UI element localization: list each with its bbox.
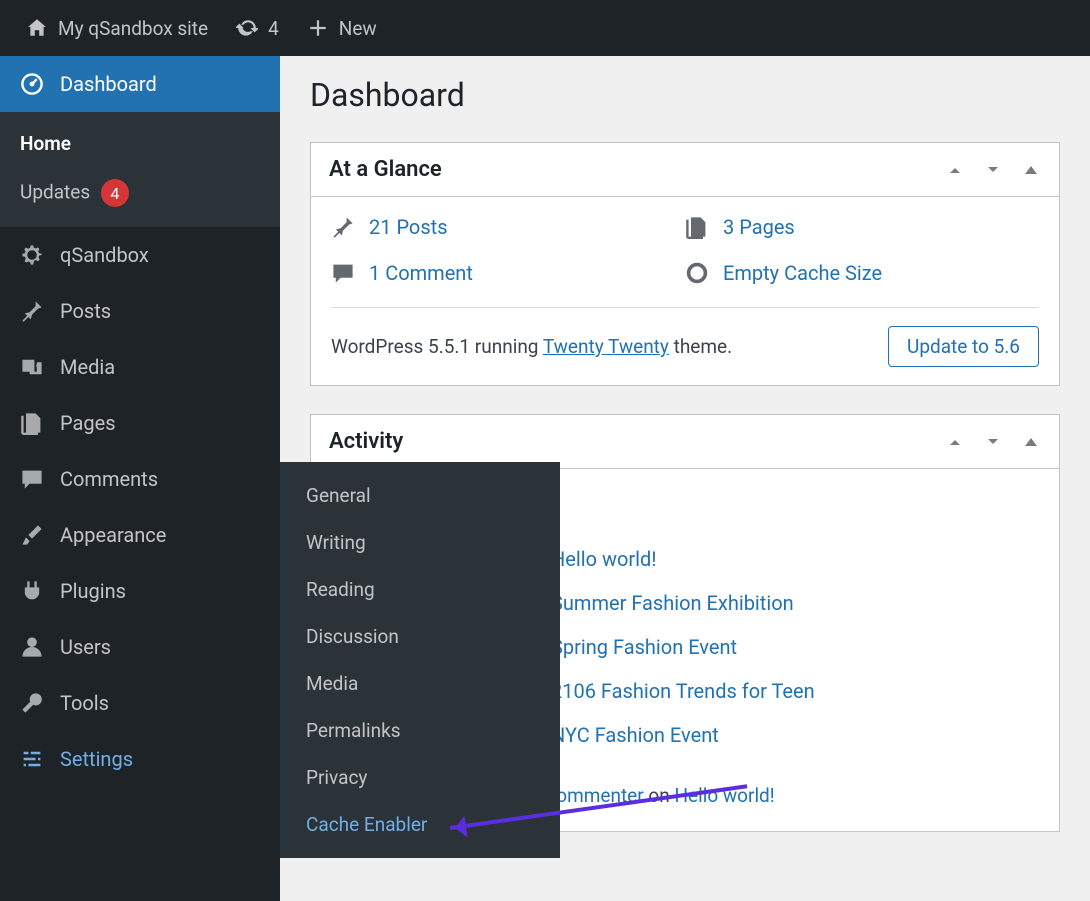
gear-icon [20, 243, 46, 267]
wrench-icon [20, 691, 46, 715]
glance-cache: Empty Cache Size [685, 261, 1039, 285]
activity-title: Activity [329, 429, 403, 454]
settings-reading[interactable]: Reading [280, 566, 560, 613]
menu-tools[interactable]: Tools [0, 675, 280, 731]
glance-pages: 3 Pages [685, 215, 1039, 239]
pages-icon [685, 215, 709, 239]
annotation-arrow [450, 826, 750, 830]
update-button[interactable]: Update to 5.6 [888, 326, 1039, 367]
glance-footer: WordPress 5.5.1 running Twenty Twenty th… [331, 307, 1039, 367]
plus-icon [307, 17, 329, 39]
menu-media-label: Media [60, 355, 115, 379]
glance-version-text: WordPress 5.5.1 running Twenty Twenty th… [331, 335, 732, 358]
chevron-up-icon[interactable] [945, 160, 965, 180]
activity-link[interactable]: Hello world! [551, 547, 656, 571]
panel-controls [945, 160, 1041, 180]
panel-at-a-glance: At a Glance 21 Posts 3 Pages 1 Com [310, 142, 1060, 386]
activity-link[interactable]: Spring Fashion Event [551, 635, 737, 659]
activity-header: Activity [311, 415, 1059, 469]
menu-pages[interactable]: Pages [0, 395, 280, 451]
menu-settings-label: Settings [60, 747, 133, 771]
pages-icon [20, 411, 46, 435]
page-title: Dashboard [310, 76, 1060, 114]
settings-media[interactable]: Media [280, 660, 560, 707]
menu-users[interactable]: Users [0, 619, 280, 675]
settings-discussion[interactable]: Discussion [280, 613, 560, 660]
submenu-home[interactable]: Home [0, 120, 280, 167]
comment-icon [331, 261, 355, 285]
menu-users-label: Users [60, 635, 111, 659]
menu-posts-label: Posts [60, 299, 111, 323]
user-icon [20, 635, 46, 659]
chevron-down-icon[interactable] [983, 160, 1003, 180]
adminbar-new[interactable]: New [293, 0, 391, 56]
submenu-updates-label: Updates [20, 181, 90, 204]
adminbar-updates[interactable]: 4 [222, 0, 293, 56]
menu-comments[interactable]: Comments [0, 451, 280, 507]
settings-cache-enabler[interactable]: Cache Enabler [280, 801, 560, 848]
menu-plugins[interactable]: Plugins [0, 563, 280, 619]
settings-privacy[interactable]: Privacy [280, 754, 560, 801]
comment-icon [20, 467, 46, 491]
updates-badge: 4 [101, 179, 129, 207]
menu-settings[interactable]: Settings [0, 731, 280, 787]
glance-comments-link[interactable]: 1 Comment [369, 261, 473, 285]
settings-writing[interactable]: Writing [280, 519, 560, 566]
menu-dashboard-label: Dashboard [60, 72, 157, 96]
settings-general[interactable]: General [280, 472, 560, 519]
menu-appearance-label: Appearance [60, 523, 166, 547]
menu-pages-label: Pages [60, 411, 116, 435]
menu-posts[interactable]: Posts [0, 283, 280, 339]
activity-link[interactable]: NYC Fashion Event [551, 723, 719, 747]
menu-appearance[interactable]: Appearance [0, 507, 280, 563]
admin-bar: My qSandbox site 4 New [0, 0, 1090, 56]
menu-comments-label: Comments [60, 467, 158, 491]
settings-permalinks[interactable]: Permalinks [280, 707, 560, 754]
media-icon [20, 355, 46, 379]
adminbar-updates-count: 4 [268, 17, 279, 40]
pin-icon [20, 299, 46, 323]
chevron-down-icon[interactable] [983, 432, 1003, 452]
glance-comments: 1 Comment [331, 261, 685, 285]
glance-cache-link[interactable]: Empty Cache Size [723, 261, 882, 285]
collapse-icon[interactable] [1021, 432, 1041, 452]
adminbar-site[interactable]: My qSandbox site [12, 0, 222, 56]
menu-media[interactable]: Media [0, 339, 280, 395]
settings-flyout: General Writing Reading Discussion Media… [280, 462, 560, 858]
plugin-icon [20, 579, 46, 603]
glance-body: 21 Posts 3 Pages 1 Comment Empty Cache S… [311, 197, 1059, 385]
cache-icon [685, 261, 709, 285]
activity-link[interactable]: 2106 Fashion Trends for Teen [551, 679, 815, 703]
glance-title: At a Glance [329, 157, 442, 182]
pin-icon [331, 215, 355, 239]
menu-tools-label: Tools [60, 691, 109, 715]
panel-header: At a Glance [311, 143, 1059, 197]
glance-posts-link[interactable]: 21 Posts [369, 215, 448, 239]
refresh-icon [236, 17, 258, 39]
sliders-icon [20, 747, 46, 771]
activity-link[interactable]: Summer Fashion Exhibition [551, 591, 794, 615]
collapse-icon[interactable] [1021, 160, 1041, 180]
adminbar-new-label: New [339, 17, 377, 40]
menu-qsandbox[interactable]: qSandbox [0, 227, 280, 283]
home-icon [26, 17, 48, 39]
glance-pages-link[interactable]: 3 Pages [723, 215, 795, 239]
adminbar-site-name: My qSandbox site [58, 17, 208, 40]
menu-dashboard[interactable]: Dashboard [0, 56, 280, 112]
theme-link[interactable]: Twenty Twenty [543, 335, 669, 358]
chevron-up-icon[interactable] [945, 432, 965, 452]
glance-grid: 21 Posts 3 Pages 1 Comment Empty Cache S… [331, 215, 1039, 285]
menu-plugins-label: Plugins [60, 579, 126, 603]
admin-sidebar: Dashboard Home Updates 4 qSandbox Posts … [0, 56, 280, 901]
submenu-updates[interactable]: Updates 4 [0, 167, 280, 219]
menu-qsandbox-label: qSandbox [60, 243, 149, 267]
dashboard-icon [20, 72, 46, 96]
panel-controls [945, 432, 1041, 452]
brush-icon [20, 523, 46, 547]
submenu-dashboard: Home Updates 4 [0, 112, 280, 227]
glance-posts: 21 Posts [331, 215, 685, 239]
